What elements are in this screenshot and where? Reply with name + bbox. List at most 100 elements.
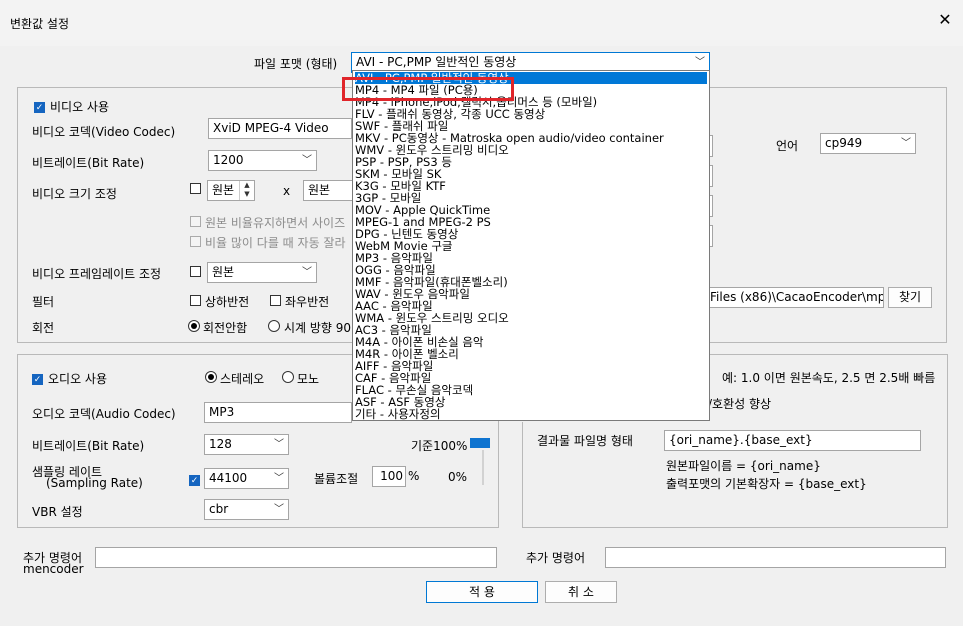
window-title: 변환값 설정	[10, 17, 70, 31]
filename-input[interactable]: {ori_name}.{base_ext}	[664, 430, 921, 451]
sampling-checkbox[interactable]: ✓	[189, 472, 200, 486]
mono-radio-dot[interactable]	[282, 371, 294, 383]
flip-h-checkbox-box[interactable]	[270, 295, 281, 306]
keep-ratio-label: 원본 비율유지하면서 사이즈	[205, 216, 346, 230]
volume-slider-thumb[interactable]	[470, 438, 490, 448]
framerate-value: 원본	[212, 265, 235, 279]
flip-v-checkbox[interactable]	[190, 295, 201, 309]
sampling-checkbox-box[interactable]: ✓	[189, 475, 200, 486]
framerate-select[interactable]: 원본 ﹀	[207, 262, 317, 283]
video-width-value: 원본	[212, 183, 235, 197]
title-bar	[0, 0, 963, 46]
vbr-value: cbr	[209, 502, 229, 516]
size-separator: x	[283, 184, 291, 198]
chevron-down-icon: ﹀	[302, 267, 312, 278]
rotate-none-radio[interactable]	[188, 320, 200, 335]
lang-value: cp949	[825, 136, 863, 150]
rotate-cw-label: 시계 방향 90	[284, 321, 352, 335]
keep-ratio-checkbox-box[interactable]	[190, 216, 201, 227]
video-codec-select[interactable]: XviD MPEG-4 Video	[208, 118, 352, 139]
audio-codec-label: 오디오 코덱(Audio Codec)	[32, 407, 176, 421]
spinner-icon[interactable]: ▲ ▼	[239, 181, 254, 200]
rotate-cw-radio[interactable]	[268, 320, 280, 335]
subtitle-path-input[interactable]: Files (x86)\CacaoEncoder\mp	[706, 287, 884, 308]
filter-label: 필터	[32, 295, 55, 309]
sampling-select[interactable]: 44100 ﹀	[204, 468, 289, 489]
apply-button[interactable]: 적 용	[426, 581, 538, 603]
chevron-down-icon: ﹀	[274, 473, 284, 484]
format-option[interactable]: 기타 - 사용자정의	[355, 408, 441, 420]
filename-label: 결과물 파일명 형태	[537, 434, 633, 448]
volume-unit: %	[408, 469, 420, 483]
video-height-input[interactable]: 원본	[303, 180, 353, 201]
volume-label: 볼륨조절	[314, 472, 359, 486]
video-height-value: 원본	[308, 183, 331, 197]
vbr-label: VBR 설정	[32, 505, 83, 519]
video-enable-checkbox[interactable]: ✓	[34, 102, 45, 113]
video-codec-label: 비디오 코덱(Video Codec)	[32, 125, 176, 139]
video-codec-value: XviD MPEG-4 Video	[213, 121, 329, 135]
audio-enable[interactable]: ✓	[32, 371, 43, 385]
audio-bitrate-select[interactable]: 128 ﹀	[204, 434, 289, 455]
chevron-down-icon: ﹀	[274, 439, 284, 450]
video-bitrate-value: 1200	[213, 153, 244, 167]
volume-pct: 0%	[448, 470, 468, 484]
flip-h-label: 좌우반전	[285, 295, 330, 309]
chevron-down-icon: ﹀	[274, 504, 284, 515]
keep-ratio-checkbox[interactable]	[190, 216, 201, 230]
vbr-select[interactable]: cbr ﹀	[204, 499, 289, 520]
video-size-checkbox[interactable]	[190, 183, 201, 197]
auto-crop-label: 비율 많이 다를 때 자동 잘라	[205, 236, 346, 250]
video-width-input[interactable]: 원본 ▲ ▼	[207, 180, 255, 201]
stereo-label: 스테레오	[220, 372, 265, 386]
format-dropdown-list[interactable]: AVI - PC,PMP 일반적인 동영상 MP4 - MP4 파일 (PC용) M…	[352, 70, 710, 421]
lang-label: 언어	[776, 139, 799, 153]
video-enable[interactable]: ✓	[34, 99, 45, 113]
help-line2: 출력포맷의 기본확장자 = {base_ext}	[666, 477, 867, 491]
mono-radio[interactable]	[282, 371, 294, 386]
compat-note: /호환성 향상	[708, 397, 772, 411]
format-selected: AVI - PC,PMP 일반적인 동영상	[356, 55, 517, 69]
chevron-down-icon: ﹀	[302, 155, 312, 166]
extra-cmd2-input[interactable]	[605, 547, 946, 568]
sampling-value: 44100	[209, 471, 248, 485]
subtitle-path-value: Files (x86)\CacaoEncoder\mp	[710, 290, 884, 304]
flip-v-checkbox-box[interactable]	[190, 295, 201, 306]
audio-codec-value: MP3	[209, 405, 235, 419]
audio-codec-select[interactable]: MP3	[204, 402, 352, 423]
audio-bitrate-label: 비트레이트(Bit Rate)	[32, 439, 145, 453]
stereo-radio[interactable]	[205, 371, 217, 386]
flip-h-checkbox[interactable]	[270, 295, 281, 309]
cancel-button[interactable]: 취 소	[545, 581, 617, 603]
base-label: 기준100%	[411, 439, 468, 453]
extra-cmd-input[interactable]	[95, 547, 497, 568]
sampling-label-en: (Sampling Rate)	[46, 476, 143, 490]
volume-input[interactable]: 100	[372, 466, 406, 487]
audio-enable-checkbox[interactable]: ✓	[32, 374, 43, 385]
stereo-radio-dot[interactable]	[205, 371, 217, 383]
rotate-label: 회전	[32, 321, 55, 335]
browse-button[interactable]: 찾기	[888, 287, 932, 308]
video-enable-label: 비디오 사용	[50, 100, 110, 114]
auto-crop-checkbox[interactable]	[190, 236, 201, 250]
help-line1: 원본파일이름 = {ori_name}	[666, 459, 821, 473]
auto-crop-checkbox-box[interactable]	[190, 236, 201, 247]
video-size-checkbox-box[interactable]	[190, 183, 201, 194]
lang-select[interactable]: cp949 ﹀	[820, 133, 916, 154]
volume-slider-track[interactable]	[482, 450, 484, 485]
speed-note: 예: 1.0 이면 원본속도, 2.5 면 2.5배 빠름	[722, 371, 936, 385]
video-bitrate-select[interactable]: 1200 ﹀	[208, 150, 317, 171]
framerate-checkbox[interactable]	[190, 266, 201, 280]
chevron-down-icon: ﹀	[901, 138, 911, 149]
rotate-cw-radio-dot[interactable]	[268, 320, 280, 332]
format-label: 파일 포맷 (형태)	[254, 57, 338, 71]
filename-value: {ori_name}.{base_ext}	[669, 433, 813, 447]
extra-cmd2-label: 추가 명령어	[526, 551, 586, 565]
flip-v-label: 상하반전	[205, 295, 250, 309]
framerate-checkbox-box[interactable]	[190, 266, 201, 277]
video-size-label: 비디오 크기 조정	[32, 187, 117, 201]
audio-bitrate-value: 128	[209, 437, 232, 451]
rotate-none-radio-dot[interactable]	[188, 320, 200, 332]
rotate-none-label: 회전안함	[203, 321, 248, 335]
close-icon[interactable]: ✕	[935, 10, 955, 30]
